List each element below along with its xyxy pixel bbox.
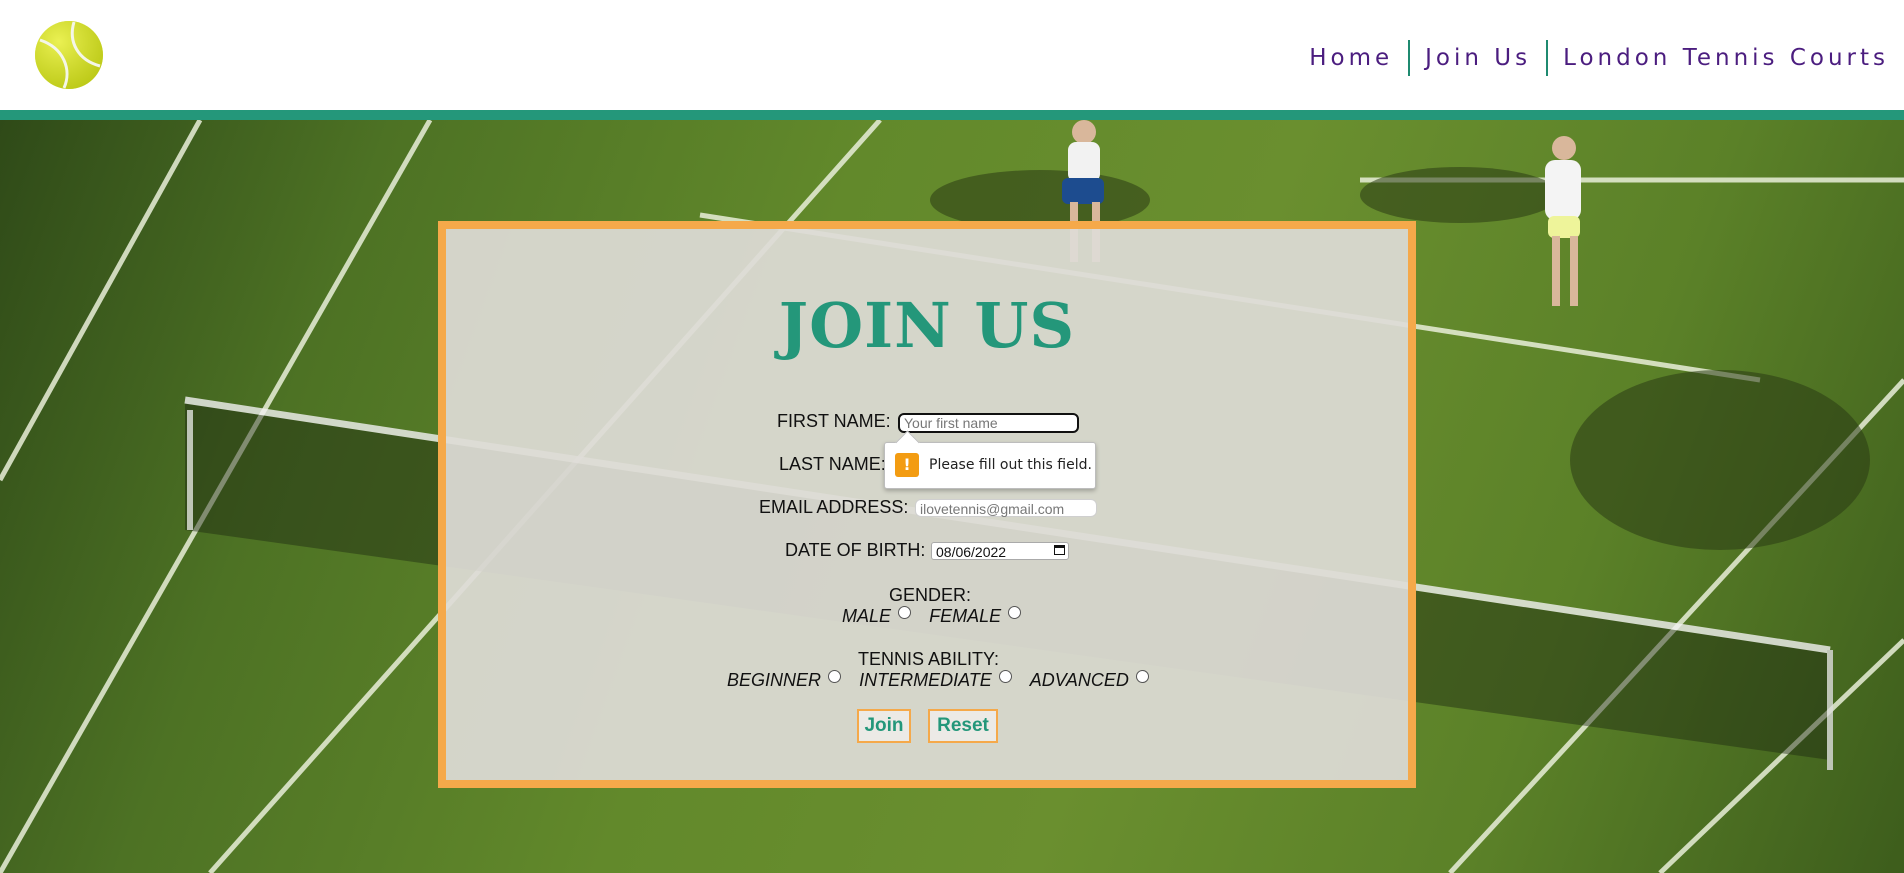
warning-icon: ! — [895, 453, 919, 477]
first-name-input[interactable]: Your first name — [898, 413, 1079, 433]
site-header: Home Join Us London Tennis Courts — [0, 0, 1904, 110]
ability-option-beginner-label: BEGINNER — [727, 670, 822, 690]
ability-intermediate-radio[interactable] — [998, 670, 1012, 683]
nav-home-link[interactable]: Home — [1294, 40, 1408, 76]
gender-options: MALE FEMALE — [842, 606, 1022, 627]
nav-join-us-link[interactable]: Join Us — [1410, 40, 1546, 76]
gender-option-male-label: MALE — [842, 606, 892, 626]
join-button[interactable]: Join — [857, 709, 911, 743]
form-title: JOIN US — [778, 289, 1076, 362]
tennis-ability-options: BEGINNER INTERMEDIATE ADVANCED — [727, 670, 1149, 691]
gender-male-radio[interactable] — [898, 606, 912, 619]
gender-option-female-label: FEMALE — [929, 606, 1002, 626]
date-of-birth-label: DATE OF BIRTH: — [785, 540, 926, 560]
email-address-label: EMAIL ADDRESS: — [759, 497, 909, 517]
calendar-icon[interactable] — [1054, 545, 1065, 555]
ability-option-intermediate-label: INTERMEDIATE — [859, 670, 992, 690]
last-name-label: LAST NAME: — [779, 454, 886, 474]
tennis-ball-logo-icon[interactable] — [34, 20, 104, 90]
header-accent-bar — [0, 110, 1904, 120]
first-name-label: FIRST NAME: — [777, 411, 891, 431]
email-address-input[interactable]: ilovetennis@gmail.com — [915, 499, 1097, 517]
tennis-ability-label: TENNIS ABILITY: — [858, 649, 1000, 669]
validation-tooltip: ! Please fill out this field. — [884, 430, 1096, 489]
ability-beginner-radio[interactable] — [828, 670, 842, 683]
date-of-birth-value: 08/06/2022 — [936, 544, 1007, 560]
nav-london-tennis-courts-link[interactable]: London Tennis Courts — [1548, 40, 1904, 76]
date-of-birth-input[interactable]: 08/06/2022 — [931, 542, 1069, 560]
gender-female-radio[interactable] — [1008, 606, 1022, 619]
ability-advanced-radio[interactable] — [1135, 670, 1149, 683]
ability-option-advanced-label: ADVANCED — [1029, 670, 1129, 690]
main-nav: Home Join Us London Tennis Courts — [1294, 38, 1904, 78]
reset-button[interactable]: Reset — [928, 709, 998, 743]
gender-label: GENDER: — [889, 585, 972, 605]
validation-message: Please fill out this field. — [929, 457, 1092, 473]
